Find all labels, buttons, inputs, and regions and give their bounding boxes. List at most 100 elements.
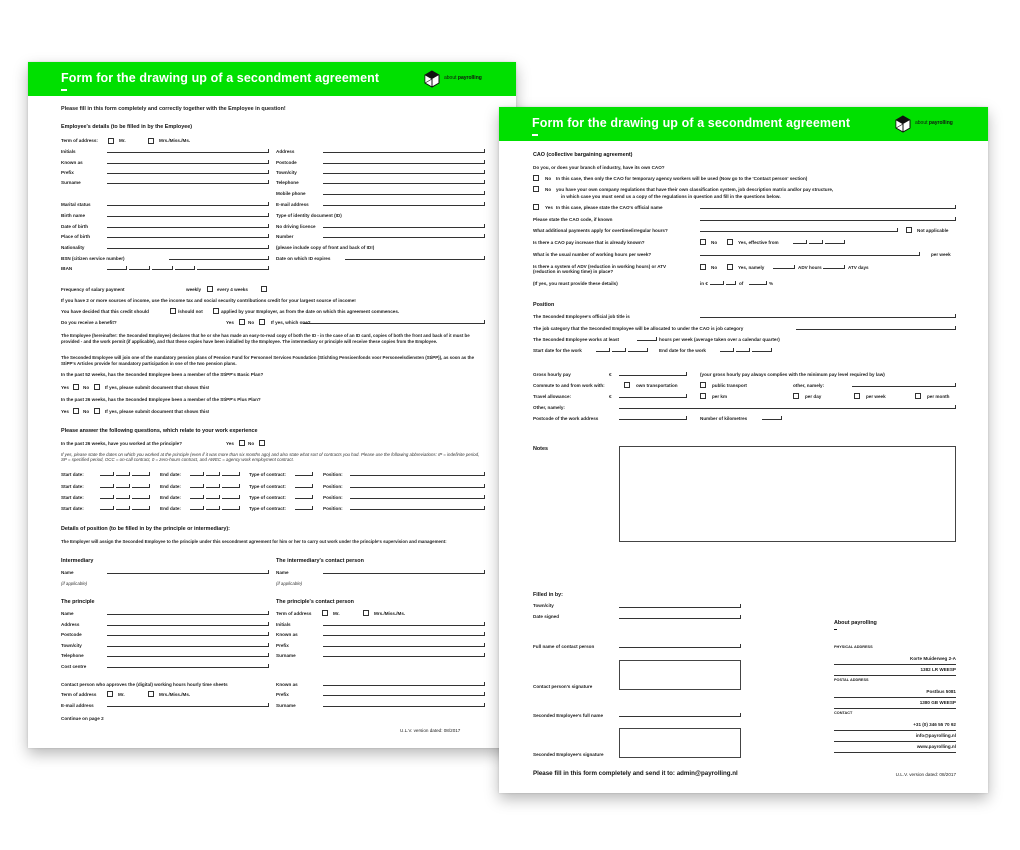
cao-official-name-input[interactable] [700, 205, 956, 209]
cao-code-input[interactable] [700, 217, 956, 221]
telephone-input[interactable] [323, 180, 485, 184]
principle-field-input[interactable] [107, 632, 269, 636]
not-applicable-checkbox[interactable] [906, 227, 912, 233]
work-row-4-start-month-input[interactable] [116, 506, 130, 510]
work-row-1-start-day-input[interactable] [100, 472, 114, 476]
start-work-day-input[interactable] [596, 348, 610, 352]
driving-licence-input[interactable] [323, 224, 485, 228]
work-row-1-end-year-input[interactable] [222, 472, 240, 476]
start-work-year-input[interactable] [628, 348, 648, 352]
benefit-no-checkbox[interactable] [259, 319, 265, 325]
principle-field-input[interactable] [107, 653, 269, 657]
work-row-1-end-month-input[interactable] [206, 472, 220, 476]
contact-signature-box[interactable] [619, 660, 741, 690]
mobile-phone-input[interactable] [323, 191, 485, 195]
work-row-2-start-month-input[interactable] [116, 484, 130, 488]
work-row-1-position-input[interactable] [350, 472, 485, 476]
work-row-4-end-day-input[interactable] [190, 506, 204, 510]
per-day-checkbox[interactable] [793, 393, 799, 399]
iban-input-part-2[interactable] [129, 266, 150, 270]
work-row-3-start-day-input[interactable] [100, 495, 114, 499]
work-row-1-contract-type-input[interactable] [295, 472, 313, 476]
surname-input[interactable] [107, 180, 269, 184]
contact-email-link[interactable]: info@payrolling.nl [834, 733, 956, 739]
end-work-year-input[interactable] [752, 348, 772, 352]
prefix-input[interactable] [107, 170, 269, 174]
work-row-1-start-month-input[interactable] [116, 472, 130, 476]
gross-pay-input[interactable] [619, 372, 687, 376]
work-row-4-start-day-input[interactable] [100, 506, 114, 510]
work-row-3-end-year-input[interactable] [222, 495, 240, 499]
principle-contact-field-input[interactable] [323, 653, 485, 657]
principle-contact-field-input[interactable] [323, 632, 485, 636]
principle-field-input[interactable] [107, 622, 269, 626]
benefit-which-input[interactable] [303, 320, 485, 324]
adv-euro-input-2[interactable] [726, 281, 736, 285]
usual-hours-input[interactable] [700, 252, 920, 256]
job-title-input[interactable] [700, 314, 956, 318]
work-row-2-end-year-input[interactable] [222, 484, 240, 488]
approver-mrs-checkbox[interactable] [148, 691, 154, 697]
principle-field-input[interactable] [107, 611, 269, 615]
work-row-1-end-day-input[interactable] [190, 472, 204, 476]
iban-input-part-4[interactable] [175, 266, 195, 270]
public-transport-checkbox[interactable] [700, 382, 706, 388]
pay-increase-yes-checkbox[interactable] [727, 239, 733, 245]
pay-increase-no-checkbox[interactable] [700, 239, 706, 245]
work-row-2-contract-type-input[interactable] [295, 484, 313, 488]
approver-known-as-input[interactable] [323, 682, 485, 686]
cao-option-yes-checkbox[interactable] [533, 204, 539, 210]
additional-payments-input[interactable] [700, 228, 898, 232]
approver-email-input[interactable] [107, 703, 269, 707]
adv-euro-input-1[interactable] [710, 281, 724, 285]
work-row-1-start-year-input[interactable] [132, 472, 150, 476]
employee-signature-box[interactable] [619, 728, 741, 758]
intermediary-contact-name-input[interactable] [323, 570, 485, 574]
principle-field-input[interactable] [107, 643, 269, 647]
adv-yes-checkbox[interactable] [727, 264, 733, 270]
date-of-birth-input[interactable] [107, 224, 269, 228]
principle-contact-mr-checkbox[interactable] [322, 610, 328, 616]
employee-full-name-input[interactable] [619, 713, 741, 717]
address-input[interactable] [323, 149, 485, 153]
known-as-input[interactable] [107, 160, 269, 164]
work-row-3-position-input[interactable] [350, 495, 485, 499]
birth-name-input[interactable] [107, 213, 269, 217]
work-row-3-end-month-input[interactable] [206, 495, 220, 499]
work-row-3-end-day-input[interactable] [190, 495, 204, 499]
work-row-3-start-year-input[interactable] [132, 495, 150, 499]
kilometres-input[interactable] [762, 416, 782, 420]
work-row-4-end-year-input[interactable] [222, 506, 240, 510]
basic-no-checkbox[interactable] [94, 384, 100, 390]
iban-input-part-5[interactable] [197, 266, 269, 270]
min-hours-input[interactable] [637, 337, 657, 341]
id-expires-input[interactable] [345, 256, 485, 260]
mr-checkbox[interactable] [108, 138, 114, 144]
work-row-4-position-input[interactable] [350, 506, 485, 510]
own-transport-checkbox[interactable] [624, 382, 630, 388]
id-number-input[interactable] [323, 234, 485, 238]
place-of-birth-input[interactable] [107, 234, 269, 238]
adv-no-checkbox[interactable] [700, 264, 706, 270]
end-work-day-input[interactable] [720, 348, 734, 352]
work-row-3-start-month-input[interactable] [116, 495, 130, 499]
initials-input[interactable] [107, 149, 269, 153]
marital-status-input[interactable] [107, 202, 269, 206]
start-work-month-input[interactable] [612, 348, 626, 352]
signed-town-input[interactable] [619, 604, 741, 608]
pay-increase-day-input[interactable] [793, 240, 807, 244]
contact-website-link[interactable]: www.payrolling.nl [834, 744, 956, 750]
adv-percent-input[interactable] [749, 281, 767, 285]
nationality-input[interactable] [107, 245, 269, 249]
work-row-2-start-day-input[interactable] [100, 484, 114, 488]
contact-full-name-input[interactable] [619, 644, 741, 648]
plus-yes-checkbox[interactable] [73, 408, 79, 414]
weekly-checkbox[interactable] [207, 286, 213, 292]
work-postcode-input[interactable] [619, 416, 687, 420]
credit-should-not-checkbox[interactable] [213, 308, 219, 314]
per-km-checkbox[interactable] [700, 393, 706, 399]
other-transport-input[interactable] [852, 383, 956, 387]
iban-input-part-3[interactable] [152, 266, 173, 270]
worked-no-checkbox[interactable] [259, 440, 265, 446]
work-row-2-end-day-input[interactable] [190, 484, 204, 488]
